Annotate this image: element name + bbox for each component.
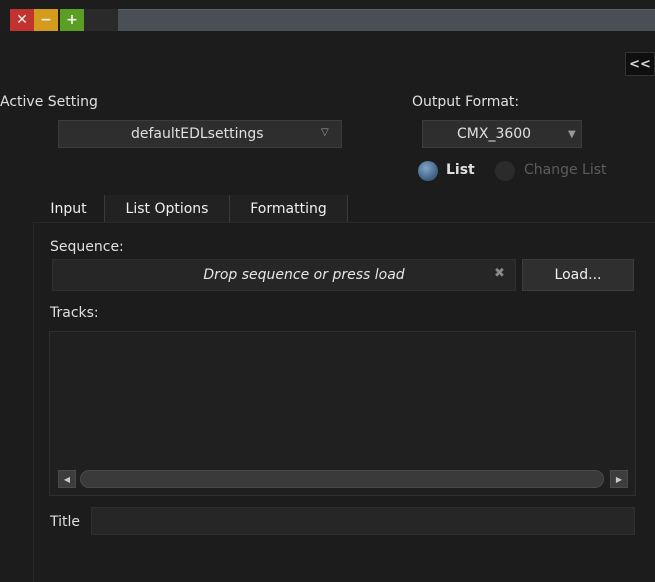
clear-sequence-icon[interactable]: ✖	[494, 266, 505, 281]
tracks-horizontal-scrollbar[interactable]	[80, 470, 604, 488]
tab-formatting[interactable]: Formatting	[230, 195, 348, 223]
title-input[interactable]	[91, 507, 635, 535]
change-list-radio-label: Change List	[524, 162, 607, 178]
list-radio-button[interactable]	[418, 161, 438, 181]
change-list-radio-button[interactable]	[495, 161, 515, 181]
sequence-label: Sequence:	[50, 239, 124, 255]
sequence-placeholder: Drop sequence or press load	[203, 267, 405, 283]
window-close-button[interactable]: ✕	[10, 9, 34, 31]
output-format-label: Output Format:	[412, 94, 520, 110]
tracks-label: Tracks:	[50, 305, 99, 321]
output-format-value: CMX_3600	[457, 126, 532, 142]
window-maximize-button[interactable]: +	[60, 9, 84, 31]
titlebar-spacer	[84, 9, 118, 31]
active-setting-label: Active Setting	[0, 94, 98, 110]
collapse-panel-button[interactable]: <<	[625, 52, 655, 76]
scroll-left-arrow-icon[interactable]: ◀	[58, 470, 76, 488]
tab-input[interactable]: Input	[33, 195, 105, 223]
active-setting-dropdown[interactable]: defaultEDLsettings ▽	[58, 120, 342, 148]
chevron-down-icon: ▼	[568, 129, 576, 140]
chevron-down-icon: ▽	[321, 127, 329, 138]
tab-list-options[interactable]: List Options	[105, 195, 230, 223]
titlebar-strip	[118, 9, 655, 31]
output-format-dropdown[interactable]: CMX_3600 ▼	[422, 120, 582, 148]
active-setting-value: defaultEDLsettings	[131, 126, 264, 142]
title-label: Title	[50, 514, 81, 530]
load-button[interactable]: Load...	[522, 259, 634, 291]
sequence-drop-field[interactable]: Drop sequence or press load	[52, 259, 516, 291]
scroll-right-arrow-icon[interactable]: ▶	[610, 470, 628, 488]
window-minimize-button[interactable]: −	[34, 9, 58, 31]
list-radio-label: List	[446, 162, 475, 178]
